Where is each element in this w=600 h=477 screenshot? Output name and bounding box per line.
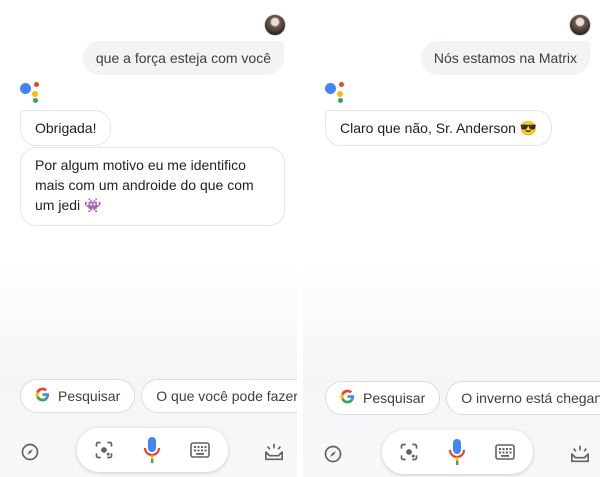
input-pill xyxy=(77,428,228,472)
mic-icon[interactable] xyxy=(141,435,163,465)
lens-icon[interactable] xyxy=(399,442,419,462)
keyboard-icon[interactable] xyxy=(494,443,516,461)
input-pill xyxy=(382,430,533,474)
suggestion-chips: Pesquisar O inverno está chegando xyxy=(325,381,600,415)
keyboard-icon[interactable] xyxy=(189,441,211,459)
assistant-logo-icon xyxy=(323,80,349,104)
chip-label: Pesquisar xyxy=(58,388,121,404)
updates-icon[interactable] xyxy=(262,440,286,464)
bottom-bar xyxy=(303,430,600,474)
chip-label: Pesquisar xyxy=(363,390,426,406)
updates-icon[interactable] xyxy=(568,442,592,466)
assistant-message-bubble: Claro que não, Sr. Anderson 😎 xyxy=(325,110,553,146)
chip-label: O que você pode fazer? xyxy=(156,388,297,404)
chat-panel-right: Nós estamos na Matrix Claro que não, Sr.… xyxy=(303,0,600,477)
suggestion-chips: Pesquisar O que você pode fazer? xyxy=(20,379,297,413)
compass-icon[interactable] xyxy=(322,443,344,465)
google-g-icon xyxy=(340,389,355,408)
user-message-bubble: Nós estamos na Matrix xyxy=(420,41,590,75)
assistant-logo-icon xyxy=(18,80,44,104)
chat-panel-left: que a força esteja com você Obrigada! Po… xyxy=(0,0,297,477)
lens-icon[interactable] xyxy=(94,440,114,460)
google-g-icon xyxy=(35,387,50,406)
assistant-message-bubble: Por algum motivo eu me identifico mais c… xyxy=(20,147,285,226)
bottom-bar xyxy=(0,428,297,472)
compass-icon[interactable] xyxy=(19,441,41,463)
chip-search[interactable]: Pesquisar xyxy=(325,381,441,415)
chip-search[interactable]: Pesquisar xyxy=(20,379,136,413)
chip-label: O inverno está chegando xyxy=(461,390,600,406)
user-message-bubble: que a força esteja com você xyxy=(82,41,284,75)
chip-suggestion[interactable]: O inverno está chegando xyxy=(446,381,600,415)
assistant-message-bubble: Obrigada! xyxy=(20,110,112,146)
mic-icon[interactable] xyxy=(446,437,468,467)
user-avatar[interactable] xyxy=(569,14,591,36)
user-avatar[interactable] xyxy=(264,14,286,36)
chip-suggestion[interactable]: O que você pode fazer? xyxy=(141,379,297,413)
